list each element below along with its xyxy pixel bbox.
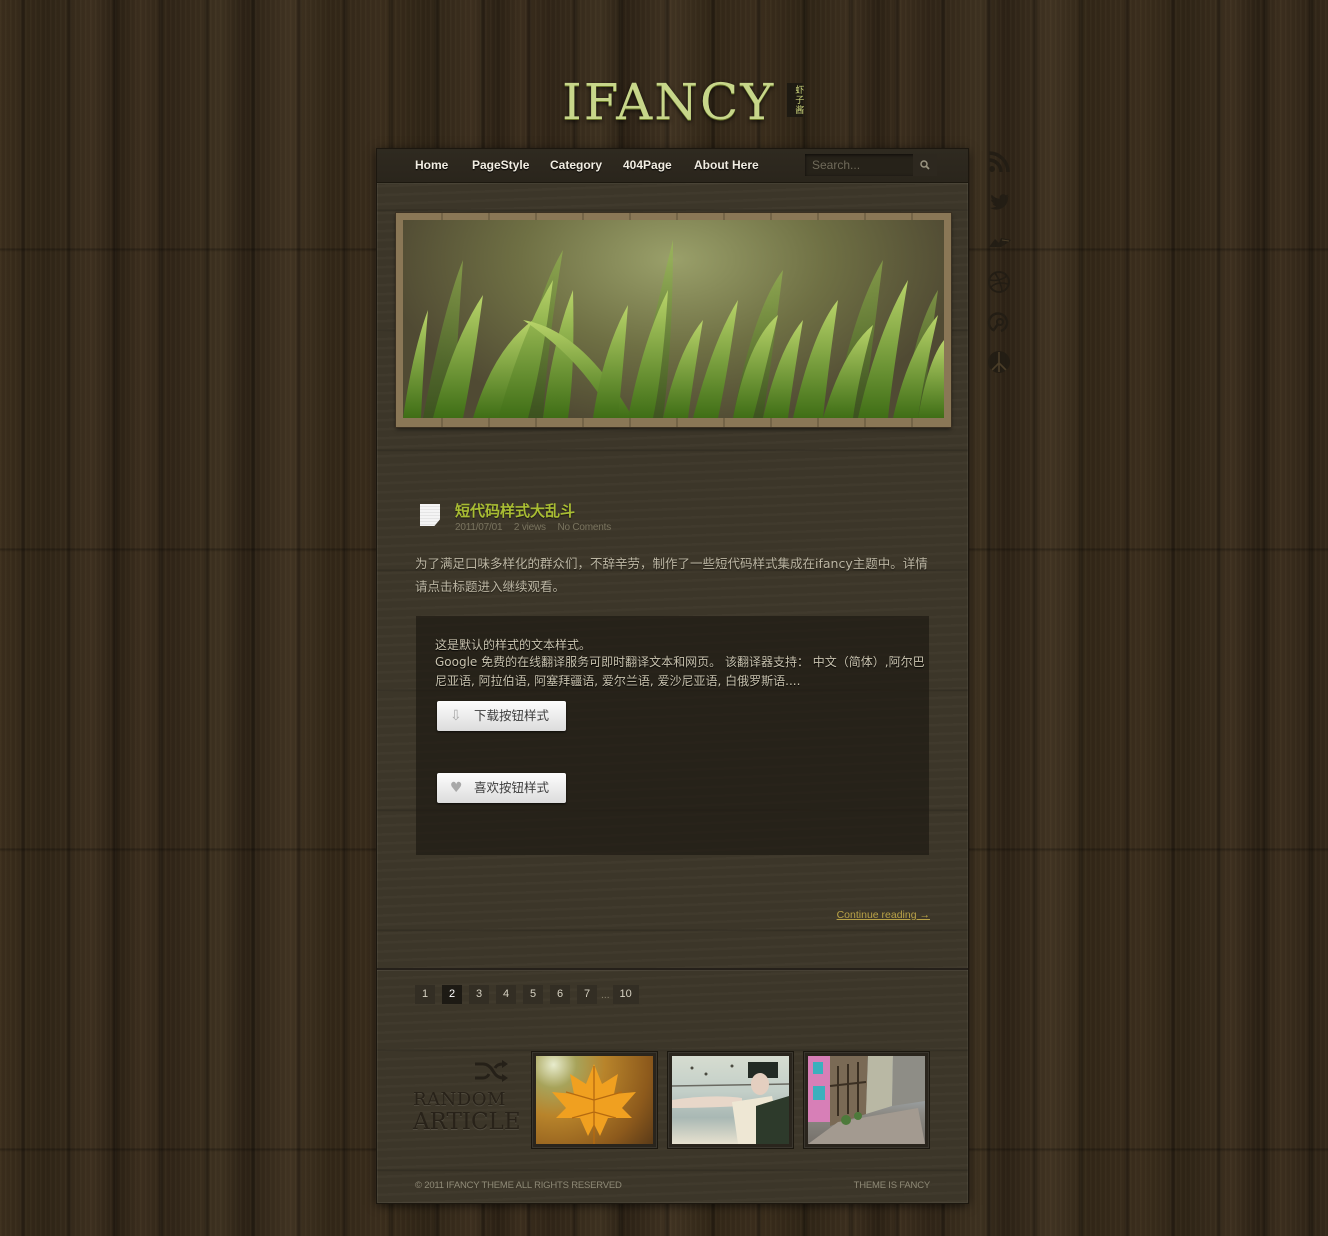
search-box <box>805 154 937 176</box>
continue-reading-link[interactable]: Continue reading → <box>837 909 930 921</box>
twitter-link[interactable] <box>985 188 1013 228</box>
post-meta: 2011/07/01 2 views No Coments <box>455 522 620 533</box>
reddit-icon <box>987 312 1009 333</box>
search-button[interactable] <box>913 154 937 176</box>
random-article-thumb-3[interactable] <box>804 1052 929 1148</box>
download-arrow-icon: ⇩ <box>450 708 462 724</box>
download-button[interactable]: ⇩ 下载按钮样式 <box>437 701 566 731</box>
rss-link[interactable] <box>985 148 1013 188</box>
pagination: 1 2 3 4 5 6 7 ... 10 <box>415 985 646 1005</box>
nav-404page[interactable]: 404Page <box>623 158 672 172</box>
page-7[interactable]: 7 <box>577 985 597 1004</box>
shortcode-text-heading: 这是默认的样式的文本样式。 <box>435 638 592 652</box>
page-1[interactable]: 1 <box>415 985 435 1004</box>
nav-pagestyle[interactable]: PageStyle <box>472 158 529 172</box>
footer-copyright: © 2011 IFANCY THEME ALL RIGHTS RESERVED <box>415 1180 622 1191</box>
download-button-label: 下载按钮样式 <box>474 708 550 723</box>
dribbble-link[interactable] <box>985 268 1013 308</box>
heart-icon: ♥ <box>450 780 463 796</box>
reddit-link[interactable] <box>985 308 1013 348</box>
thumb-image-warrior <box>672 1056 789 1144</box>
page-10[interactable]: 10 <box>612 985 639 1004</box>
page-4[interactable]: 4 <box>496 985 516 1004</box>
shortcode-box: 这是默认的样式的文本样式。 Google 免费的在线翻译服务可即时翻译文本和网页… <box>416 616 929 855</box>
section-divider <box>377 968 968 970</box>
thumb-image-maple-leaf <box>536 1056 653 1144</box>
nav-home[interactable]: Home <box>415 158 448 172</box>
rss-icon <box>988 151 1010 173</box>
post-views: 2 views <box>513 522 546 533</box>
site-logo[interactable]: IFANCY 虾子酱 <box>562 73 804 131</box>
page-6[interactable]: 6 <box>550 985 570 1004</box>
like-button[interactable]: ♥ 喜欢按钮样式 <box>437 773 566 803</box>
footer-tagline: THEME IS FANCY <box>853 1180 931 1191</box>
peace-link[interactable] <box>985 348 1013 388</box>
peace-icon <box>988 351 1010 373</box>
twitter-icon <box>990 194 1009 210</box>
banner-image-grass <box>403 220 944 418</box>
post-document-icon <box>420 504 440 526</box>
featured-banner[interactable] <box>396 213 951 427</box>
footer: © 2011 IFANCY THEME ALL RIGHTS RESERVED … <box>377 1171 968 1203</box>
logo-title: IFANCY <box>562 73 776 131</box>
random-article-thumb-2[interactable] <box>668 1052 793 1148</box>
shortcode-text-body: Google 免费的在线翻译服务可即时翻译文本和网页。 该翻译器支持： 中文（简… <box>435 655 925 688</box>
search-input[interactable] <box>805 154 911 176</box>
random-article-thumb-1[interactable] <box>532 1052 657 1148</box>
delicious-link[interactable] <box>985 228 1013 268</box>
main-nav: Home PageStyle Category 404Page About He… <box>377 149 968 183</box>
page-2-current[interactable]: 2 <box>442 985 462 1004</box>
search-icon <box>920 160 930 170</box>
random-label-line1: RANDOM <box>413 1089 506 1110</box>
random-label-line2: ARTICLE <box>413 1109 521 1135</box>
like-button-label: 喜欢按钮样式 <box>474 780 550 795</box>
main-container: Home PageStyle Category 404Page About He… <box>377 149 968 1203</box>
dribbble-icon <box>988 271 1010 293</box>
nav-category[interactable]: Category <box>550 158 602 172</box>
page-3[interactable]: 3 <box>469 985 489 1004</box>
post-title[interactable]: 短代码样式大乱斗 <box>455 500 575 521</box>
page-5[interactable]: 5 <box>523 985 543 1004</box>
nav-about-here[interactable]: About Here <box>694 158 759 172</box>
post-comments[interactable]: No Coments <box>557 522 611 533</box>
shuffle-icon <box>473 1059 509 1090</box>
post-date: 2011/07/01 <box>455 522 503 533</box>
social-links <box>985 148 1013 388</box>
page-ellipsis: ... <box>601 991 610 1001</box>
logo-tagline: 虾子酱 <box>787 83 804 117</box>
delicious-icon <box>989 238 1011 247</box>
post-excerpt: 为了满足口味多样化的群众们，不辞辛劳，制作了一些短代码样式集成在ifancy主题… <box>415 556 928 594</box>
thumb-image-old-street <box>808 1056 925 1144</box>
